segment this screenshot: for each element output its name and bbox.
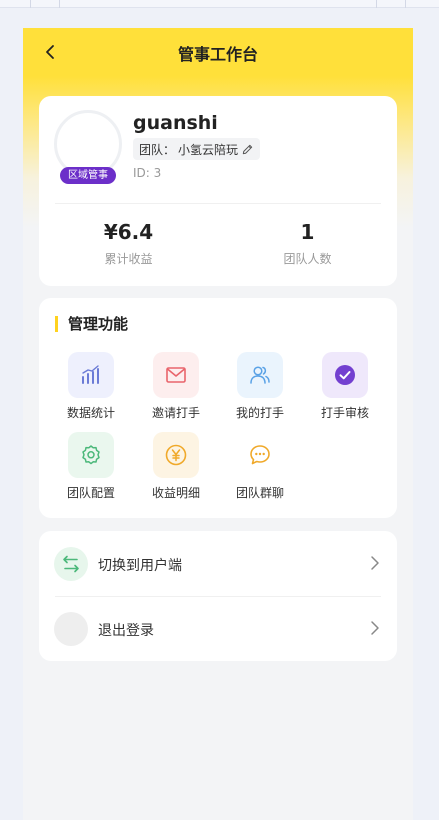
menu-card: 切换到用户端 退出登录 bbox=[39, 531, 397, 661]
switch-arrows-icon bbox=[63, 555, 79, 573]
edit-icon[interactable] bbox=[241, 143, 254, 156]
stat-label: 累计收益 bbox=[104, 252, 153, 266]
grid-item-review[interactable]: 打手审核 bbox=[300, 352, 390, 421]
grid-item-data-stats[interactable]: 数据统计 bbox=[46, 352, 136, 421]
grid-item-invite[interactable]: 邀请打手 bbox=[131, 352, 221, 421]
section-title: 管理功能 bbox=[55, 316, 128, 332]
grid-item-label: 团队配置 bbox=[66, 486, 115, 500]
role-badge: 区域管事 bbox=[60, 167, 116, 184]
team-label: 团队： bbox=[139, 142, 176, 157]
phone-screen: 管事工作台 区域管事 guanshi 团队： 小氢云陪玩 ID: 3 ¥6.4 … bbox=[23, 28, 413, 820]
gear-icon bbox=[82, 445, 100, 465]
logout-icon bbox=[54, 612, 88, 646]
grid-item-team-chat[interactable]: 团队群聊 bbox=[215, 432, 305, 501]
switch-icon-wrap bbox=[54, 547, 88, 581]
team-tag[interactable]: 团队： 小氢云陪玩 bbox=[133, 138, 261, 160]
logout-row[interactable]: 退出登录 bbox=[39, 596, 397, 661]
menu-item-label: 切换到用户端 bbox=[98, 558, 182, 574]
yen-coin-icon bbox=[165, 444, 187, 466]
team-name: 小氢云陪玩 bbox=[178, 142, 239, 157]
check-circle-icon bbox=[335, 365, 355, 385]
grid-item-label: 邀请打手 bbox=[151, 406, 200, 420]
page-title: 管事工作台 bbox=[177, 45, 258, 64]
user-id: ID: 3 bbox=[133, 166, 162, 180]
grid-item-label: 团队群聊 bbox=[235, 486, 284, 500]
menu-item-label: 退出登录 bbox=[98, 623, 154, 639]
grid-item-team-config[interactable]: 团队配置 bbox=[46, 432, 136, 501]
nav-bar: 管事工作台 bbox=[23, 28, 413, 76]
grid-item-earnings-detail[interactable]: 收益明细 bbox=[131, 432, 221, 501]
username: guanshi bbox=[133, 112, 218, 134]
grid-item-label: 我的打手 bbox=[235, 406, 284, 420]
management-card: 管理功能 数据统计 邀请打手 我的打手 打手审核 团队配置 收益明细 团队群聊 bbox=[39, 298, 397, 518]
grid-item-label: 打手审核 bbox=[320, 406, 369, 420]
switch-to-user-row[interactable]: 切换到用户端 bbox=[39, 531, 397, 596]
chevron-right-icon bbox=[371, 556, 379, 570]
stat-team-size: 1 团队人数 bbox=[218, 220, 397, 267]
grid-item-my-players[interactable]: 我的打手 bbox=[215, 352, 305, 421]
profile-card: 区域管事 guanshi 团队： 小氢云陪玩 ID: 3 ¥6.4 累计收益 1… bbox=[39, 96, 397, 286]
stat-earnings: ¥6.4 累计收益 bbox=[39, 220, 218, 267]
chat-bubble-icon bbox=[250, 445, 270, 465]
users-icon bbox=[250, 366, 270, 384]
stat-label: 团队人数 bbox=[283, 252, 332, 266]
mail-icon bbox=[166, 367, 186, 383]
stat-value: 1 bbox=[300, 220, 315, 244]
grid-item-label: 数据统计 bbox=[66, 406, 115, 420]
top-ruler bbox=[0, 0, 439, 8]
divider bbox=[55, 203, 381, 204]
grid-item-label: 收益明细 bbox=[151, 486, 200, 500]
chevron-right-icon bbox=[371, 621, 379, 635]
bar-chart-icon bbox=[82, 365, 99, 384]
stat-value: ¥6.4 bbox=[103, 220, 154, 244]
